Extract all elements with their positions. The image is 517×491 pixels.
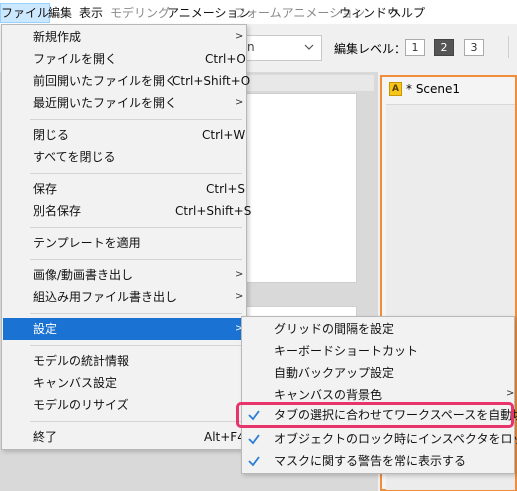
shortcut-save: Ctrl+S: [206, 182, 246, 196]
emphasis-highlight-box: [236, 402, 514, 428]
menu-item-export-embedded[interactable]: 組込み用ファイル書き出し: [33, 287, 177, 307]
shortcut-exit: Alt+F4: [204, 430, 245, 444]
menu-item-apply-template[interactable]: テンプレートを適用: [33, 233, 141, 253]
menu-item-close[interactable]: 閉じる: [33, 125, 69, 145]
scene-file-icon: A: [389, 82, 402, 96]
toolbar-divider: [508, 36, 509, 58]
submenu-arrow-icon: >: [235, 291, 244, 302]
menu-file[interactable]: ファイル: [0, 3, 51, 23]
menu-edit[interactable]: 編集: [48, 4, 72, 22]
submenu-item-lock-inspector[interactable]: オブジェクトのロック時にインスペクタをロック: [274, 429, 517, 449]
menu-item-export-image-video[interactable]: 画像/動画書き出し: [33, 265, 133, 285]
menu-help[interactable]: ヘルプ: [389, 4, 425, 22]
submenu-arrow-icon: >: [235, 269, 244, 280]
workspace-combo-value: n: [247, 40, 255, 54]
edit-level-3-button[interactable]: 3: [464, 39, 484, 56]
menu-item-save[interactable]: 保存: [33, 179, 57, 199]
submenu-arrow-icon: >: [235, 31, 244, 42]
submenu-arrow-icon: >: [235, 97, 244, 108]
menu-item-canvas-settings[interactable]: キャンバス設定: [33, 373, 117, 393]
menu-item-close-all[interactable]: すべてを閉じる: [33, 147, 115, 167]
menu-divider: [30, 119, 242, 120]
shortcut-save-as: Ctrl+Shift+S: [175, 204, 252, 218]
submenu-item-auto-backup[interactable]: 自動バックアップ設定: [274, 363, 394, 383]
submenu-arrow-icon: >: [506, 388, 515, 399]
submenu-item-grid-spacing[interactable]: グリッドの間隔を設定: [274, 319, 394, 339]
scene-tab-label: * Scene1: [406, 82, 461, 96]
menu-divider: [30, 345, 242, 346]
menu-item-settings-label: 設定: [33, 322, 58, 336]
menu-divider: [30, 313, 242, 314]
checkmark-icon: [248, 456, 260, 467]
menu-divider: [30, 421, 242, 422]
menu-item-open-recent[interactable]: 最近開いたファイルを開く: [33, 93, 177, 113]
shortcut-close: Ctrl+W: [202, 128, 246, 142]
shortcut-open: Ctrl+O: [205, 52, 246, 66]
edit-level-1-button[interactable]: 1: [405, 39, 425, 56]
chevron-down-icon: [304, 44, 314, 50]
menu-item-new[interactable]: 新規作成: [33, 27, 81, 47]
menu-modeling[interactable]: モデリング: [110, 4, 170, 22]
edit-level-2-button[interactable]: 2: [434, 39, 454, 56]
workspace-combo[interactable]: n: [238, 35, 322, 61]
menu-item-open[interactable]: ファイルを開く: [33, 49, 117, 69]
menu-divider: [30, 227, 242, 228]
inspector-panel: [244, 306, 357, 316]
panel-header: [244, 75, 374, 91]
edit-level-label: 編集レベル：: [334, 42, 407, 56]
palette-panel: [244, 93, 357, 283]
menu-view[interactable]: 表示: [79, 4, 103, 22]
shortcut-open-last: Ctrl+Shift+O: [172, 74, 251, 88]
menu-item-exit[interactable]: 終了: [33, 427, 57, 447]
menu-item-model-stats[interactable]: モデルの統計情報: [33, 351, 129, 371]
menu-item-save-as[interactable]: 別名保存: [33, 201, 81, 221]
menu-divider: [30, 259, 242, 260]
menu-divider: [30, 173, 242, 174]
menu-bar: ファイル 編集 表示 モデリング アニメーション フォームアニメーション ウィン…: [0, 0, 517, 24]
menu-item-open-last[interactable]: 前回開いたファイルを開く: [33, 71, 177, 91]
checkmark-icon: [248, 434, 260, 445]
submenu-item-keyboard-shortcuts[interactable]: キーボードショートカット: [274, 341, 418, 361]
menu-item-model-resize[interactable]: モデルのリサイズ: [33, 395, 129, 415]
scene-tab[interactable]: A * Scene1: [384, 79, 517, 101]
submenu-item-mask-warning[interactable]: マスクに関する警告を常に表示する: [274, 451, 466, 471]
